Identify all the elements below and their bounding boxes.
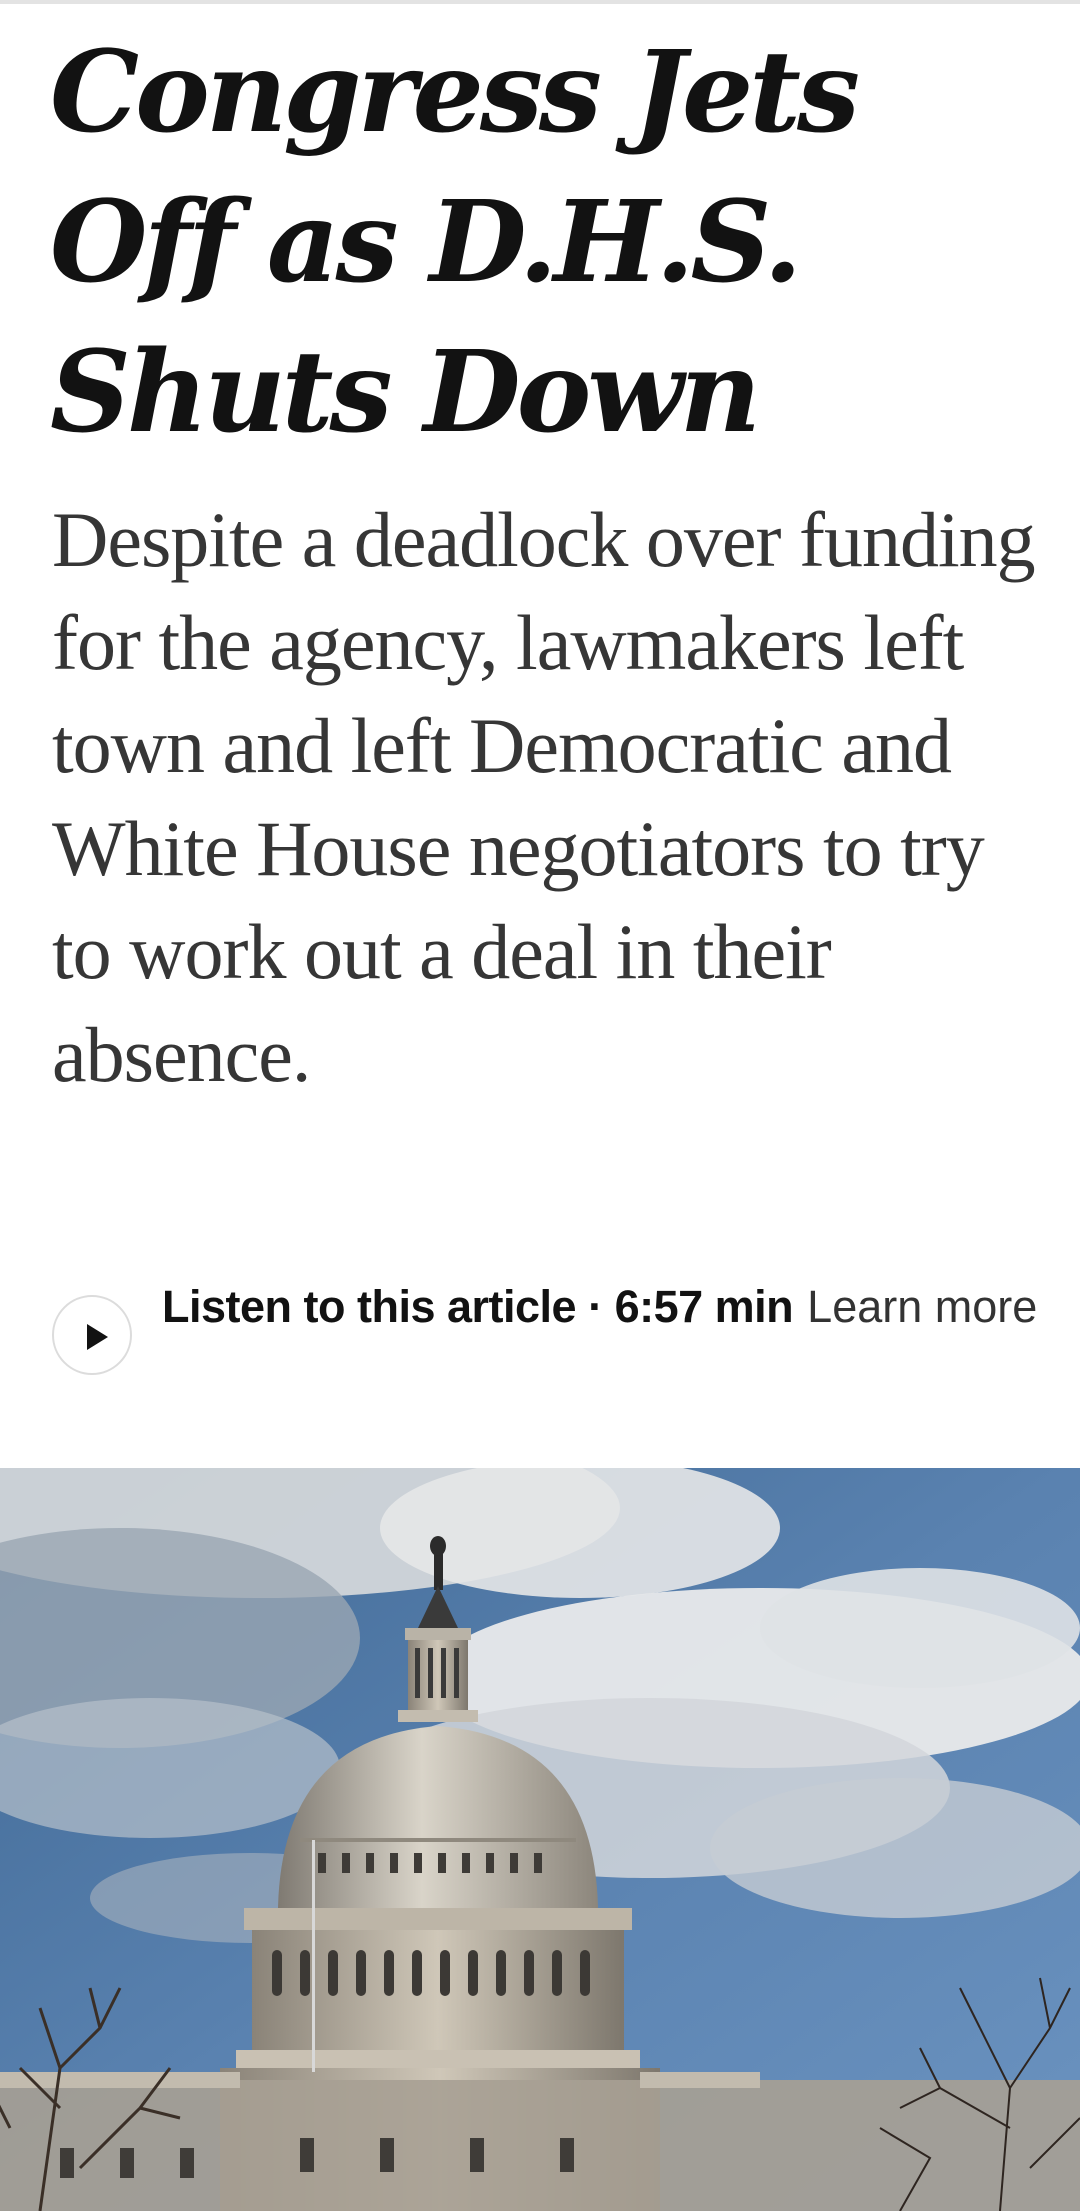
- listen-separator: ·: [576, 1281, 615, 1332]
- article-summary: Despite a deadlock over funding for the …: [52, 496, 1036, 1098]
- listen-info: Listen to this article · 6:57 min Learn m…: [162, 1282, 1042, 1332]
- learn-more-link[interactable]: Learn more: [807, 1281, 1037, 1332]
- top-divider: [0, 0, 1080, 4]
- listen-duration: 6:57 min: [614, 1281, 794, 1332]
- article-headline: Congress Jets Off as D.H.S. Shuts Down: [50, 27, 860, 458]
- play-icon: [87, 1324, 108, 1350]
- capitol-dome-photo: [0, 1468, 1080, 2211]
- listen-to-article: Listen to this article · 6:57 min Learn m…: [52, 1282, 1052, 1392]
- listen-label: Listen to this article: [162, 1281, 577, 1332]
- play-button[interactable]: [52, 1295, 132, 1375]
